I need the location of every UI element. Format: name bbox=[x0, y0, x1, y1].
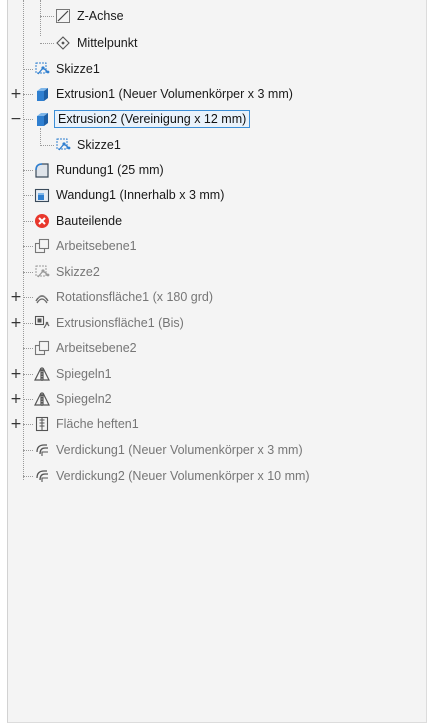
mirror-icon bbox=[33, 390, 51, 408]
tree-item-extrusion2[interactable]: Extrusion2 (Vereinigung x 12 mm) bbox=[33, 110, 251, 128]
tree-connector bbox=[23, 221, 33, 222]
tree-item-label: Rotationsfläche1 (x 180 grd) bbox=[56, 290, 214, 304]
point-icon bbox=[54, 34, 72, 52]
tree-item-label: Mittelpunkt bbox=[77, 36, 138, 50]
fillet-icon bbox=[33, 161, 51, 179]
tree-item-z-achse[interactable]: Z-Achse bbox=[54, 7, 126, 25]
extrude-surface-icon bbox=[33, 314, 51, 332]
tree-connector bbox=[23, 119, 33, 120]
tree-connector bbox=[23, 272, 33, 273]
tree-item-spiegeln2[interactable]: Spiegeln2 bbox=[33, 390, 114, 408]
tree-item-extrusion1[interactable]: Extrusion1 (Neuer Volumenkörper x 3 mm) bbox=[33, 85, 295, 103]
tree-connector bbox=[40, 0, 41, 36]
tree-item-label: Arbeitsebene1 bbox=[56, 239, 137, 253]
revolve-icon bbox=[33, 288, 51, 306]
tree-item-skizze1-child[interactable]: Skizze1 bbox=[54, 136, 123, 154]
expand-toggle-extrusion1[interactable]: + bbox=[10, 87, 22, 101]
tree-item-label: Fläche heften1 bbox=[56, 417, 139, 431]
tree-connector bbox=[23, 0, 24, 480]
tree-connector bbox=[23, 374, 33, 375]
tree-item-arbeitsebene2[interactable]: Arbeitsebene2 bbox=[33, 339, 139, 357]
expand-toggle-extrusionsflaeche1[interactable]: + bbox=[10, 316, 22, 330]
tree-item-label: Wandung1 (Innerhalb x 3 mm) bbox=[56, 188, 225, 202]
expand-toggle-flaeche-heften1[interactable]: + bbox=[10, 417, 22, 431]
tree-item-rundung1[interactable]: Rundung1 (25 mm) bbox=[33, 161, 166, 179]
extrusion-icon bbox=[33, 85, 51, 103]
tree-item-label: Extrusion2 (Vereinigung x 12 mm) bbox=[54, 110, 251, 128]
tree-item-label: Z-Achse bbox=[77, 9, 124, 23]
collapse-toggle-extrusion2[interactable]: − bbox=[10, 112, 22, 126]
expand-toggle-rotationsflaeche1[interactable]: + bbox=[10, 290, 22, 304]
tree-item-label: Spiegeln2 bbox=[56, 392, 112, 406]
tree-connector bbox=[23, 195, 33, 196]
expand-toggle-spiegeln1[interactable]: + bbox=[10, 367, 22, 381]
tree-connector bbox=[40, 145, 54, 146]
tree-item-spiegeln1[interactable]: Spiegeln1 bbox=[33, 365, 114, 383]
tree-item-verdickung2[interactable]: Verdickung2 (Neuer Volumenkörper x 10 mm… bbox=[33, 467, 312, 485]
tree-item-label: Spiegeln1 bbox=[56, 367, 112, 381]
tree-item-label: Verdickung2 (Neuer Volumenkörper x 10 mm… bbox=[56, 469, 310, 483]
tree-connector bbox=[40, 43, 54, 44]
tree-item-skizze1[interactable]: Skizze1 bbox=[33, 60, 102, 78]
tree-connector bbox=[23, 399, 33, 400]
thicken-icon bbox=[33, 467, 51, 485]
thicken-icon bbox=[33, 441, 51, 459]
end-of-part-icon bbox=[33, 212, 51, 230]
tree-connector bbox=[40, 16, 54, 17]
tree-connector bbox=[23, 69, 33, 70]
tree-connector bbox=[23, 323, 33, 324]
expand-toggle-spiegeln2[interactable]: + bbox=[10, 392, 22, 406]
axis-icon bbox=[54, 7, 72, 25]
tree-item-label: Arbeitsebene2 bbox=[56, 341, 137, 355]
tree-item-label: Skizze2 bbox=[56, 265, 100, 279]
tree-item-extrusionsflaeche1[interactable]: Extrusionsfläche1 (Bis) bbox=[33, 314, 186, 332]
sketch-icon bbox=[33, 263, 51, 281]
work-plane-icon bbox=[33, 339, 51, 357]
tree-connector bbox=[23, 246, 33, 247]
tree-item-label: Rundung1 (25 mm) bbox=[56, 163, 164, 177]
tree-item-bauteilende[interactable]: Bauteilende bbox=[33, 212, 124, 230]
mirror-icon bbox=[33, 365, 51, 383]
tree-connector bbox=[23, 94, 33, 95]
extrusion-icon bbox=[33, 110, 51, 128]
tree-item-arbeitsebene1[interactable]: Arbeitsebene1 bbox=[33, 237, 139, 255]
tree-connector bbox=[23, 348, 33, 349]
sketch-icon bbox=[54, 136, 72, 154]
tree-connector bbox=[23, 170, 33, 171]
tree-item-label: Extrusion1 (Neuer Volumenkörper x 3 mm) bbox=[56, 87, 293, 101]
tree-connector bbox=[23, 424, 33, 425]
tree-item-label: Verdickung1 (Neuer Volumenkörper x 3 mm) bbox=[56, 443, 303, 457]
stitch-icon bbox=[33, 415, 51, 433]
sketch-icon bbox=[33, 60, 51, 78]
tree-item-label: Bauteilende bbox=[56, 214, 123, 228]
tree-item-wandung1[interactable]: Wandung1 (Innerhalb x 3 mm) bbox=[33, 186, 226, 204]
tree-item-mittelpunkt[interactable]: Mittelpunkt bbox=[54, 34, 139, 52]
tree-connector bbox=[23, 476, 33, 477]
tree-connector bbox=[40, 128, 41, 146]
shell-icon bbox=[33, 186, 51, 204]
tree-item-label: Skizze1 bbox=[56, 62, 100, 76]
tree-item-rotationsflaeche1[interactable]: Rotationsfläche1 (x 180 grd) bbox=[33, 288, 215, 306]
tree-item-flaeche-heften1[interactable]: Fläche heften1 bbox=[33, 415, 141, 433]
tree-item-label: Skizze1 bbox=[77, 138, 121, 152]
model-browser-tree: + − + + + + + Z-Achse Mittelpunkt Skizze… bbox=[7, 0, 427, 723]
tree-item-verdickung1[interactable]: Verdickung1 (Neuer Volumenkörper x 3 mm) bbox=[33, 441, 305, 459]
tree-item-skizze2[interactable]: Skizze2 bbox=[33, 263, 102, 281]
tree-connector bbox=[23, 297, 33, 298]
tree-item-label: Extrusionsfläche1 (Bis) bbox=[56, 316, 184, 330]
tree-connector bbox=[23, 450, 33, 451]
work-plane-icon bbox=[33, 237, 51, 255]
